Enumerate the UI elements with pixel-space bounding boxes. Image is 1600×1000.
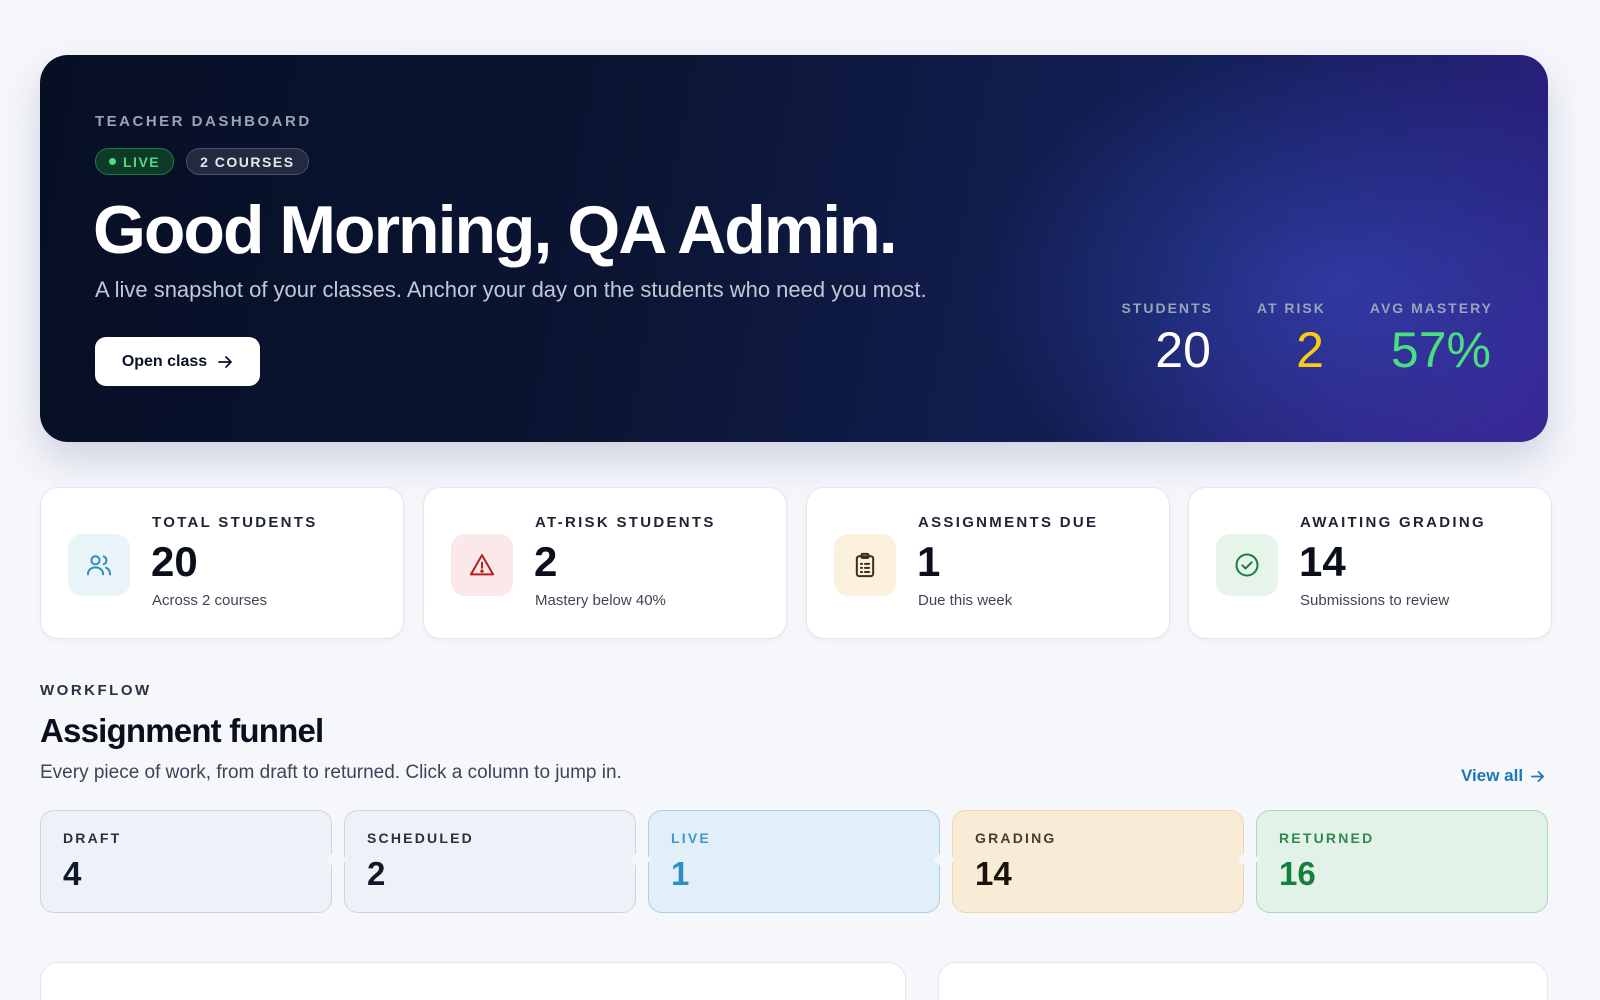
hero-stat-label: STUDENTS <box>1121 300 1213 316</box>
funnel-value: 1 <box>671 855 690 892</box>
stat-sub: Due this week <box>918 592 1013 609</box>
stat-sub: Mastery below 40% <box>535 592 666 609</box>
hero-stat-students: STUDENTS 20 <box>1121 300 1212 380</box>
cohort-signal-card <box>40 962 906 1000</box>
stat-card-assignments-due[interactable]: ASSIGNMENTS DUE 1 Due this week <box>806 487 1170 639</box>
arrow-right-icon <box>1531 770 1545 782</box>
stat-value: 1 <box>917 538 941 585</box>
hero-stat-value: 20 <box>1155 322 1211 378</box>
funnel-column-scheduled[interactable]: SCHEDULED 2 <box>344 810 636 913</box>
funnel-value: 4 <box>63 855 82 892</box>
courses-badge: 2 COURSES <box>186 148 309 175</box>
stat-card-awaiting-grading[interactable]: AWAITING GRADING 14 Submissions to revie… <box>1188 487 1552 639</box>
stat-label: AT-RISK STUDENTS <box>535 514 716 531</box>
stat-sub: Across 2 courses <box>152 592 268 609</box>
hero-eyebrow: TEACHER DASHBOARD <box>95 113 312 130</box>
stat-value: 2 <box>534 538 558 585</box>
funnel-value: 2 <box>367 855 386 892</box>
open-class-button-label: Open class <box>121 352 208 370</box>
live-dot-icon <box>109 158 116 165</box>
funnel-label: LIVE <box>671 830 711 846</box>
funnel-column-draft[interactable]: DRAFT 4 <box>40 810 332 913</box>
stat-label: ASSIGNMENTS DUE <box>918 514 1099 531</box>
stat-sub: Submissions to review <box>1300 592 1450 609</box>
hero-subtitle: A live snapshot of your classes. Anchor … <box>95 277 927 302</box>
open-class-button[interactable]: Open class <box>95 337 260 386</box>
view-all-label: View all <box>1461 766 1524 785</box>
page-title: Good Morning, QA Admin. <box>93 192 898 268</box>
hero-stat-value: 2 <box>1296 322 1324 378</box>
live-badge-label: LIVE <box>123 153 161 170</box>
workflow-eyebrow: WORKFLOW <box>40 682 152 699</box>
hero-stat-label: AVG MASTERY <box>1369 300 1493 316</box>
stat-label: TOTAL STUDENTS <box>152 514 318 531</box>
funnel-value: 14 <box>975 855 1012 892</box>
section-title: Assignment funnel <box>40 712 324 749</box>
hero-banner: TEACHER DASHBOARD LIVE 2 COURSES Good Mo… <box>40 55 1548 442</box>
funnel-column-returned[interactable]: RETURNED 16 <box>1256 810 1548 913</box>
warning-icon <box>451 534 513 596</box>
clipboard-icon <box>834 534 896 596</box>
funnel-label: RETURNED <box>1279 830 1375 846</box>
stat-value: 14 <box>1299 538 1346 585</box>
funnel-label: GRADING <box>975 830 1057 846</box>
check-circle-icon <box>1216 534 1278 596</box>
funnel-label: DRAFT <box>63 830 122 846</box>
stat-card-at-risk-students[interactable]: AT-RISK STUDENTS 2 Mastery below 40% <box>423 487 787 639</box>
funnel-label: SCHEDULED <box>367 830 474 846</box>
hero-stats: STUDENTS 20 AT RISK 2 AVG MASTERY 57% <box>1121 300 1493 380</box>
hero-stat-value: 57% <box>1390 322 1491 378</box>
hero-stat-at-risk: AT RISK 2 <box>1257 300 1326 380</box>
hero-badges: LIVE 2 COURSES <box>95 148 309 175</box>
funnel-column-grading[interactable]: GRADING 14 <box>952 810 1244 913</box>
hero-stat-label: AT RISK <box>1256 300 1326 316</box>
view-all-link[interactable]: View all <box>1461 766 1545 786</box>
stat-value: 20 <box>151 538 198 585</box>
section-subtitle: Every piece of work, from draft to retur… <box>40 762 622 783</box>
hero-stat-avg-mastery: AVG MASTERY 57% <box>1370 300 1493 380</box>
today-card <box>938 962 1548 1000</box>
arrow-right-icon <box>218 355 233 368</box>
stat-card-total-students[interactable]: TOTAL STUDENTS 20 Across 2 courses <box>40 487 404 639</box>
funnel-value: 16 <box>1279 855 1316 892</box>
users-icon <box>68 534 130 596</box>
live-badge: LIVE <box>95 148 175 175</box>
funnel-column-live[interactable]: LIVE 1 <box>648 810 940 913</box>
stat-label: AWAITING GRADING <box>1300 514 1486 531</box>
